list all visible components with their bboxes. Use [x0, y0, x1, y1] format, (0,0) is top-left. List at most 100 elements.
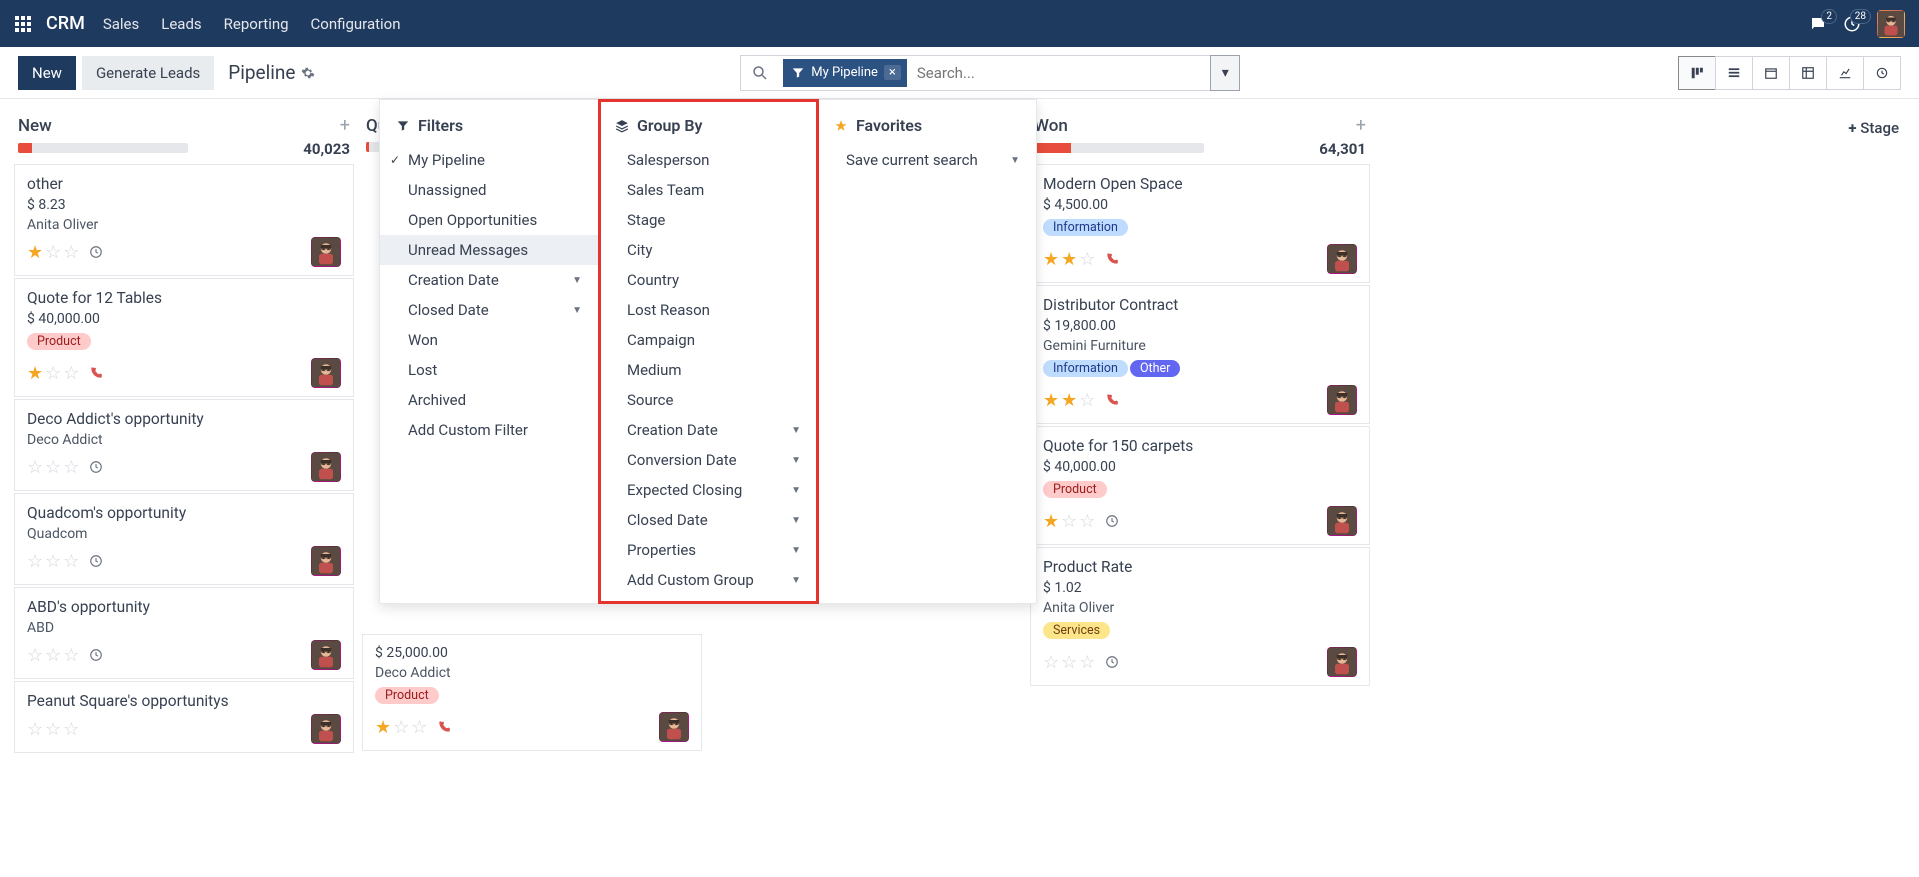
assignee-avatar[interactable]: [1327, 385, 1357, 415]
assignee-avatar[interactable]: [311, 714, 341, 744]
priority-stars[interactable]: ★☆☆: [27, 242, 79, 263]
star-icon[interactable]: ☆: [45, 457, 61, 478]
nav-item[interactable]: Leads: [161, 15, 201, 33]
add-card-button[interactable]: +: [1356, 115, 1366, 136]
assignee-avatar[interactable]: [311, 640, 341, 670]
priority-stars[interactable]: ★★☆: [1043, 249, 1095, 270]
star-icon[interactable]: ★: [1043, 390, 1059, 411]
kanban-card[interactable]: $ 25,000.00Deco AddictProduct★☆☆: [362, 634, 702, 751]
clock-icon[interactable]: [89, 245, 103, 259]
apps-icon[interactable]: [14, 15, 32, 33]
add-card-button[interactable]: +: [340, 115, 350, 136]
dropdown-item[interactable]: Conversion Date▼: [599, 445, 817, 475]
star-icon[interactable]: ☆: [27, 645, 43, 666]
star-icon[interactable]: ☆: [411, 717, 427, 738]
star-icon[interactable]: ☆: [393, 717, 409, 738]
dropdown-item[interactable]: Campaign: [599, 325, 817, 355]
search-dropdown-toggle[interactable]: ▾: [1210, 55, 1240, 91]
chip-remove[interactable]: ×: [884, 65, 901, 80]
priority-stars[interactable]: ★☆☆: [375, 717, 427, 738]
star-icon[interactable]: ☆: [45, 719, 61, 740]
clock-icon[interactable]: [89, 460, 103, 474]
assignee-avatar[interactable]: [1327, 647, 1357, 677]
dropdown-item[interactable]: Unassigned: [380, 175, 598, 205]
kanban-card[interactable]: Product Rate$ 1.02Anita OliverServices☆☆…: [1030, 547, 1370, 686]
star-icon[interactable]: ☆: [45, 645, 61, 666]
clock-icon[interactable]: [1105, 514, 1119, 528]
star-icon[interactable]: ★: [1043, 249, 1059, 270]
dropdown-item[interactable]: Creation Date▼: [380, 265, 598, 295]
star-icon[interactable]: ★: [1043, 511, 1059, 532]
star-icon[interactable]: ☆: [63, 645, 79, 666]
assignee-avatar[interactable]: [311, 237, 341, 267]
star-icon[interactable]: ☆: [45, 551, 61, 572]
assignee-avatar[interactable]: [311, 452, 341, 482]
priority-stars[interactable]: ☆☆☆: [27, 551, 79, 572]
star-icon[interactable]: ☆: [27, 457, 43, 478]
star-icon[interactable]: ☆: [63, 719, 79, 740]
priority-stars[interactable]: ☆☆☆: [27, 645, 79, 666]
search-icon[interactable]: [741, 64, 779, 82]
dropdown-item[interactable]: Open Opportunities: [380, 205, 598, 235]
priority-stars[interactable]: ★☆☆: [27, 363, 79, 384]
dropdown-item[interactable]: ✓My Pipeline: [380, 145, 598, 175]
assignee-avatar[interactable]: [659, 712, 689, 742]
nav-item[interactable]: Configuration: [311, 15, 401, 33]
dropdown-item[interactable]: Sales Team: [599, 175, 817, 205]
star-icon[interactable]: ☆: [63, 242, 79, 263]
phone-icon[interactable]: [437, 720, 451, 734]
activities-icon[interactable]: 28: [1843, 15, 1861, 33]
priority-stars[interactable]: ☆☆☆: [1043, 652, 1095, 673]
kanban-view-icon[interactable]: [1678, 56, 1716, 90]
dropdown-item[interactable]: Source: [599, 385, 817, 415]
priority-stars[interactable]: ☆☆☆: [27, 457, 79, 478]
dropdown-item[interactable]: Lost: [380, 355, 598, 385]
nav-item[interactable]: Reporting: [224, 15, 289, 33]
dropdown-item[interactable]: Closed Date▼: [380, 295, 598, 325]
star-icon[interactable]: ★: [375, 717, 391, 738]
messages-icon[interactable]: 2: [1809, 15, 1827, 33]
priority-stars[interactable]: ★☆☆: [1043, 511, 1095, 532]
kanban-card[interactable]: Quote for 12 Tables$ 40,000.00Product★☆☆: [14, 278, 354, 397]
kanban-card[interactable]: Quadcom's opportunityQuadcom☆☆☆: [14, 493, 354, 585]
priority-stars[interactable]: ☆☆☆: [27, 719, 79, 740]
graph-view-icon[interactable]: [1826, 56, 1864, 90]
kanban-card[interactable]: ABD's opportunityABD☆☆☆: [14, 587, 354, 679]
clock-icon[interactable]: [89, 648, 103, 662]
dropdown-item[interactable]: Won: [380, 325, 598, 355]
dropdown-item[interactable]: Add Custom Filter: [380, 415, 598, 445]
kanban-card[interactable]: Deco Addict's opportunityDeco Addict☆☆☆: [14, 399, 354, 491]
star-icon[interactable]: ☆: [1079, 652, 1095, 673]
star-icon[interactable]: ☆: [63, 551, 79, 572]
dropdown-item[interactable]: Properties▼: [599, 535, 817, 565]
dropdown-item[interactable]: City: [599, 235, 817, 265]
star-icon[interactable]: ☆: [1079, 249, 1095, 270]
star-icon[interactable]: ★: [27, 363, 43, 384]
pivot-view-icon[interactable]: [1789, 56, 1827, 90]
assignee-avatar[interactable]: [1327, 244, 1357, 274]
dropdown-item[interactable]: Creation Date▼: [599, 415, 817, 445]
kanban-card[interactable]: Quote for 150 carpets$ 40,000.00Product★…: [1030, 426, 1370, 545]
star-icon[interactable]: ☆: [1061, 511, 1077, 532]
dropdown-item[interactable]: Closed Date▼: [599, 505, 817, 535]
dropdown-item[interactable]: Archived: [380, 385, 598, 415]
phone-icon[interactable]: [1105, 393, 1119, 407]
priority-stars[interactable]: ★★☆: [1043, 390, 1095, 411]
clock-icon[interactable]: [89, 554, 103, 568]
star-icon[interactable]: ☆: [63, 457, 79, 478]
assignee-avatar[interactable]: [311, 546, 341, 576]
list-view-icon[interactable]: [1715, 56, 1753, 90]
dropdown-item[interactable]: Lost Reason: [599, 295, 817, 325]
dropdown-item[interactable]: Expected Closing▼: [599, 475, 817, 505]
phone-icon[interactable]: [1105, 252, 1119, 266]
star-icon[interactable]: ☆: [63, 363, 79, 384]
star-icon[interactable]: ☆: [27, 551, 43, 572]
activity-view-icon[interactable]: [1863, 56, 1901, 90]
gear-icon[interactable]: [301, 66, 315, 80]
star-icon[interactable]: ★: [1061, 390, 1077, 411]
kanban-card[interactable]: other$ 8.23Anita Oliver★☆☆: [14, 164, 354, 276]
kanban-card[interactable]: Modern Open Space$ 4,500.00Information★★…: [1030, 164, 1370, 283]
dropdown-item[interactable]: Stage: [599, 205, 817, 235]
star-icon[interactable]: ☆: [1043, 652, 1059, 673]
clock-icon[interactable]: [1105, 655, 1119, 669]
